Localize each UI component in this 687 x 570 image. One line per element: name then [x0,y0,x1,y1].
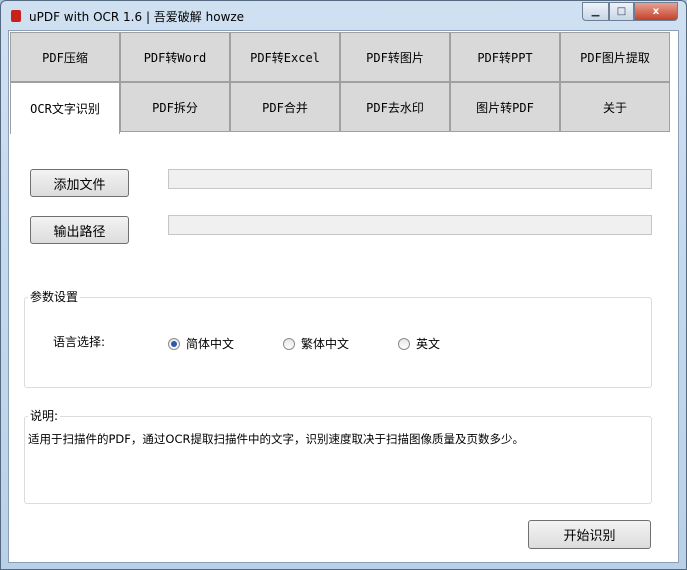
app-icon [11,10,21,22]
description-text: 适用于扫描件的PDF，通过OCR提取扫描件中的文字，识别速度取决于扫描图像质量及… [28,432,524,446]
tab-3[interactable]: PDF转图片 [340,32,450,82]
output-path-input[interactable] [168,215,652,235]
output-path-button[interactable]: 输出路径 [30,216,129,244]
tab-1[interactable]: PDF转Word [120,32,230,82]
client-area: PDF压缩 PDF转Word PDF转Excel PDF转图片 PDF转PPT PDF图片… [8,30,679,563]
radio-circle-icon [168,337,180,350]
tab-0[interactable]: PDF压缩 [10,32,120,82]
close-button[interactable]: x [634,2,678,21]
minimize-button[interactable]: ▁ [582,2,609,21]
radio-simplified-chinese[interactable]: 简体中文 [168,335,234,352]
add-file-button[interactable]: 添加文件 [30,169,129,197]
description-title: 说明: [28,407,61,424]
radio-label: 繁体中文 [301,337,350,351]
tab-2[interactable]: PDF转Excel [230,32,340,82]
params-group-title: 参数设置 [28,288,81,305]
window-title: uPDF with OCR 1.6 | 吾爱破解 howze [29,10,245,24]
add-file-input[interactable] [168,169,652,189]
radio-label: 简体中文 [186,337,235,351]
tab-4[interactable]: PDF转PPT [450,32,560,82]
language-label: 语言选择: [53,335,106,349]
tab-10[interactable]: 图片转PDF [450,82,560,132]
radio-label: 英文 [416,337,441,351]
start-recognition-button[interactable]: 开始识别 [528,520,651,549]
tab-8[interactable]: PDF合并 [230,82,340,132]
maximize-button[interactable]: □ [609,2,634,21]
description-group [24,416,652,504]
tab-6[interactable]: OCR文字识别 [10,82,120,134]
tab-7[interactable]: PDF拆分 [120,82,230,132]
tab-9[interactable]: PDF去水印 [340,82,450,132]
tab-11[interactable]: 关于 [560,82,670,132]
tab-5[interactable]: PDF图片提取 [560,32,670,82]
radio-circle-icon [398,337,410,350]
radio-circle-icon [283,337,295,350]
radio-traditional-chinese[interactable]: 繁体中文 [283,335,349,352]
radio-english[interactable]: 英文 [398,335,440,352]
